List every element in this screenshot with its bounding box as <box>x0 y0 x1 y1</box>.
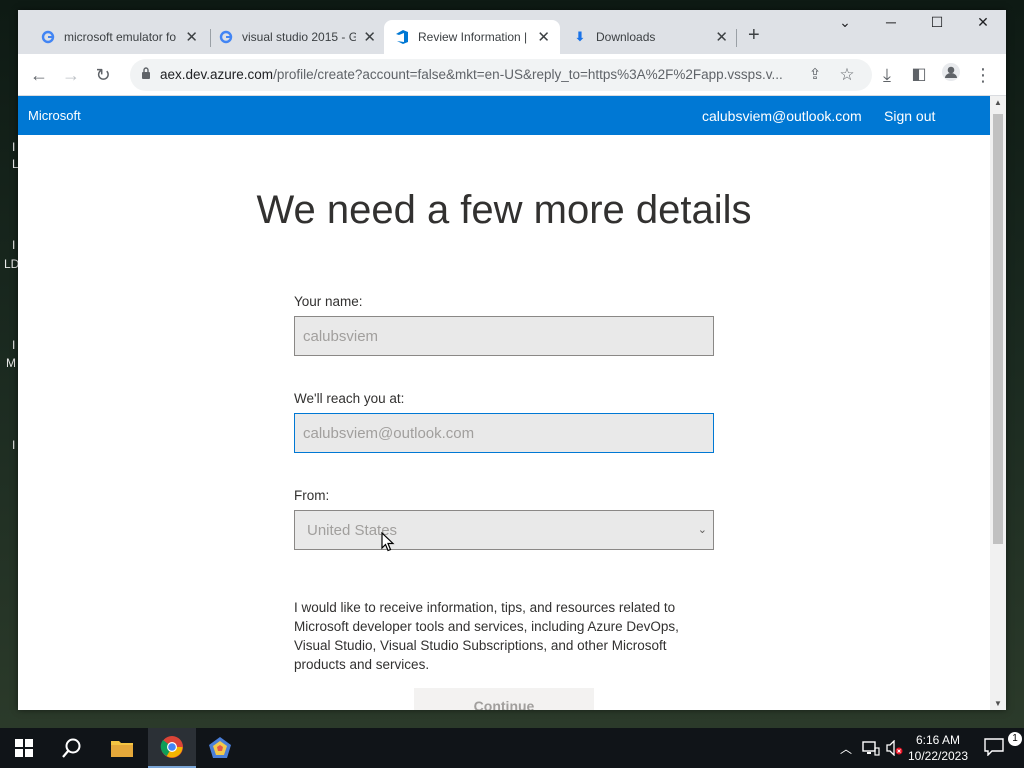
url-host: aex.dev.azure.com <box>160 67 274 82</box>
new-tab-plus-icon[interactable]: + <box>748 24 760 47</box>
google-icon <box>40 29 56 45</box>
desktop-icon-label-fragment: M <box>6 356 16 370</box>
mouse-cursor-icon <box>381 532 395 552</box>
profile-avatar-icon[interactable] <box>938 62 964 88</box>
microsoft-brand[interactable]: Microsoft <box>28 108 81 123</box>
windows-logo-icon <box>15 739 33 757</box>
email-field[interactable]: calubsviem@outlook.com <box>294 413 714 453</box>
tab-microsoft-emulator[interactable]: microsoft emulator fo ✕ <box>30 20 208 54</box>
marketing-consent-text: I would like to receive information, tip… <box>294 600 679 672</box>
azure-devops-icon <box>394 29 410 45</box>
file-explorer-button[interactable] <box>98 728 146 768</box>
bookmark-star-icon[interactable]: ☆ <box>834 62 860 88</box>
notification-count-badge: 1 <box>1008 732 1022 746</box>
url-text: aex.dev.azure.com/profile/create?account… <box>160 67 800 82</box>
downloads-icon[interactable]: ⤓ <box>874 62 900 88</box>
desktop-icon-label-fragment: I <box>12 238 16 252</box>
scroll-down-arrow-icon[interactable]: ▼ <box>994 699 1002 708</box>
show-hidden-icons-chevron-icon[interactable]: ︿ <box>840 740 852 757</box>
microsoft-header-bar: Microsoft calubsviem@outlook.com Sign ou… <box>18 96 990 135</box>
network-icon[interactable] <box>862 740 880 759</box>
name-field[interactable]: calubsviem <box>294 316 714 356</box>
clock-time: 6:16 AM <box>915 733 961 747</box>
reload-icon[interactable]: ↻ <box>90 62 116 88</box>
tab-title: visual studio 2015 - G <box>242 30 356 44</box>
system-clock[interactable]: 6:16 AM 10/22/2023 <box>900 732 976 764</box>
address-bar[interactable]: aex.dev.azure.com/profile/create?account… <box>130 59 872 91</box>
account-email[interactable]: calubsviem@outlook.com <box>702 108 862 124</box>
sign-out-link[interactable]: Sign out <box>884 108 935 124</box>
close-tab-icon[interactable]: ✕ <box>715 28 728 46</box>
country-label: From: <box>294 488 330 503</box>
clock-date: 10/22/2023 <box>907 749 969 763</box>
close-tab-icon[interactable]: ✕ <box>363 28 376 46</box>
more-menu-icon[interactable]: ⋮ <box>970 62 996 88</box>
close-tab-icon[interactable]: ✕ <box>537 28 550 46</box>
name-label: Your name: <box>294 294 363 309</box>
close-window-icon[interactable]: ✕ <box>960 14 1006 31</box>
page-content: Microsoft calubsviem@outlook.com Sign ou… <box>18 96 990 710</box>
side-panel-icon[interactable]: ◧ <box>906 62 932 88</box>
share-icon[interactable]: ⇪ <box>802 62 828 88</box>
tab-title: Review Information | <box>418 30 528 44</box>
desktop-icon-label-fragment: I <box>12 338 16 352</box>
forward-arrow-icon[interactable]: → <box>58 62 84 88</box>
email-field-value: calubsviem@outlook.com <box>303 424 475 442</box>
desktop-icon-label-fragment: I <box>12 438 16 452</box>
url-path: /profile/create?account=false&mkt=en-US&… <box>273 67 783 82</box>
name-field-value: calubsviem <box>303 327 379 345</box>
folder-icon <box>111 741 133 757</box>
browser-window: microsoft emulator fo ✕ visual studio 20… <box>18 10 1006 710</box>
tab-separator <box>736 29 737 47</box>
google-icon <box>218 29 234 45</box>
tab-search-chevron-icon[interactable]: ⌄ <box>822 14 868 31</box>
close-tab-icon[interactable]: ✕ <box>185 28 198 46</box>
chrome-taskbar-button[interactable] <box>148 728 196 768</box>
tab-visual-studio[interactable]: visual studio 2015 - G ✕ <box>208 20 386 54</box>
email-label: We'll reach you at: <box>294 391 405 406</box>
tab-review-information[interactable]: Review Information | ✕ <box>384 20 560 54</box>
chrome-icon <box>160 736 183 758</box>
tab-title: Downloads <box>596 30 656 44</box>
chevron-down-icon: ⌄ <box>697 524 707 536</box>
maximize-icon[interactable]: ☐ <box>914 14 960 31</box>
desktop-icon-label-fragment: I <box>12 140 16 154</box>
windows-taskbar: ︿ 6:16 AM 10/22/2023 1 <box>0 728 1024 768</box>
tab-strip: microsoft emulator fo ✕ visual studio 20… <box>18 10 1006 54</box>
minimize-icon[interactable]: ─ <box>868 14 914 30</box>
page-title: We need a few more details <box>256 188 752 232</box>
back-arrow-icon[interactable]: ← <box>26 62 52 88</box>
lock-icon <box>142 67 150 79</box>
scroll-up-arrow-icon[interactable]: ▲ <box>994 98 1002 107</box>
pentagon-app-icon <box>209 737 231 758</box>
notifications-icon[interactable] <box>984 738 1004 759</box>
browser-toolbar: ← → ↻ aex.dev.azure.com/profile/create?a… <box>18 54 1006 96</box>
search-button[interactable] <box>48 728 96 768</box>
page-scrollbar[interactable]: ▲ ▼ <box>990 96 1006 710</box>
start-button[interactable] <box>0 728 48 768</box>
tab-title: microsoft emulator fo <box>64 30 177 44</box>
app-taskbar-button[interactable] <box>196 728 244 768</box>
country-select[interactable]: United States ⌄ <box>294 510 714 550</box>
continue-button[interactable]: Continue <box>414 688 594 710</box>
tab-downloads[interactable]: ⬇ Downloads ✕ <box>562 20 738 54</box>
scrollbar-thumb[interactable] <box>993 114 1003 544</box>
download-icon: ⬇ <box>574 29 586 44</box>
search-icon <box>62 738 81 758</box>
